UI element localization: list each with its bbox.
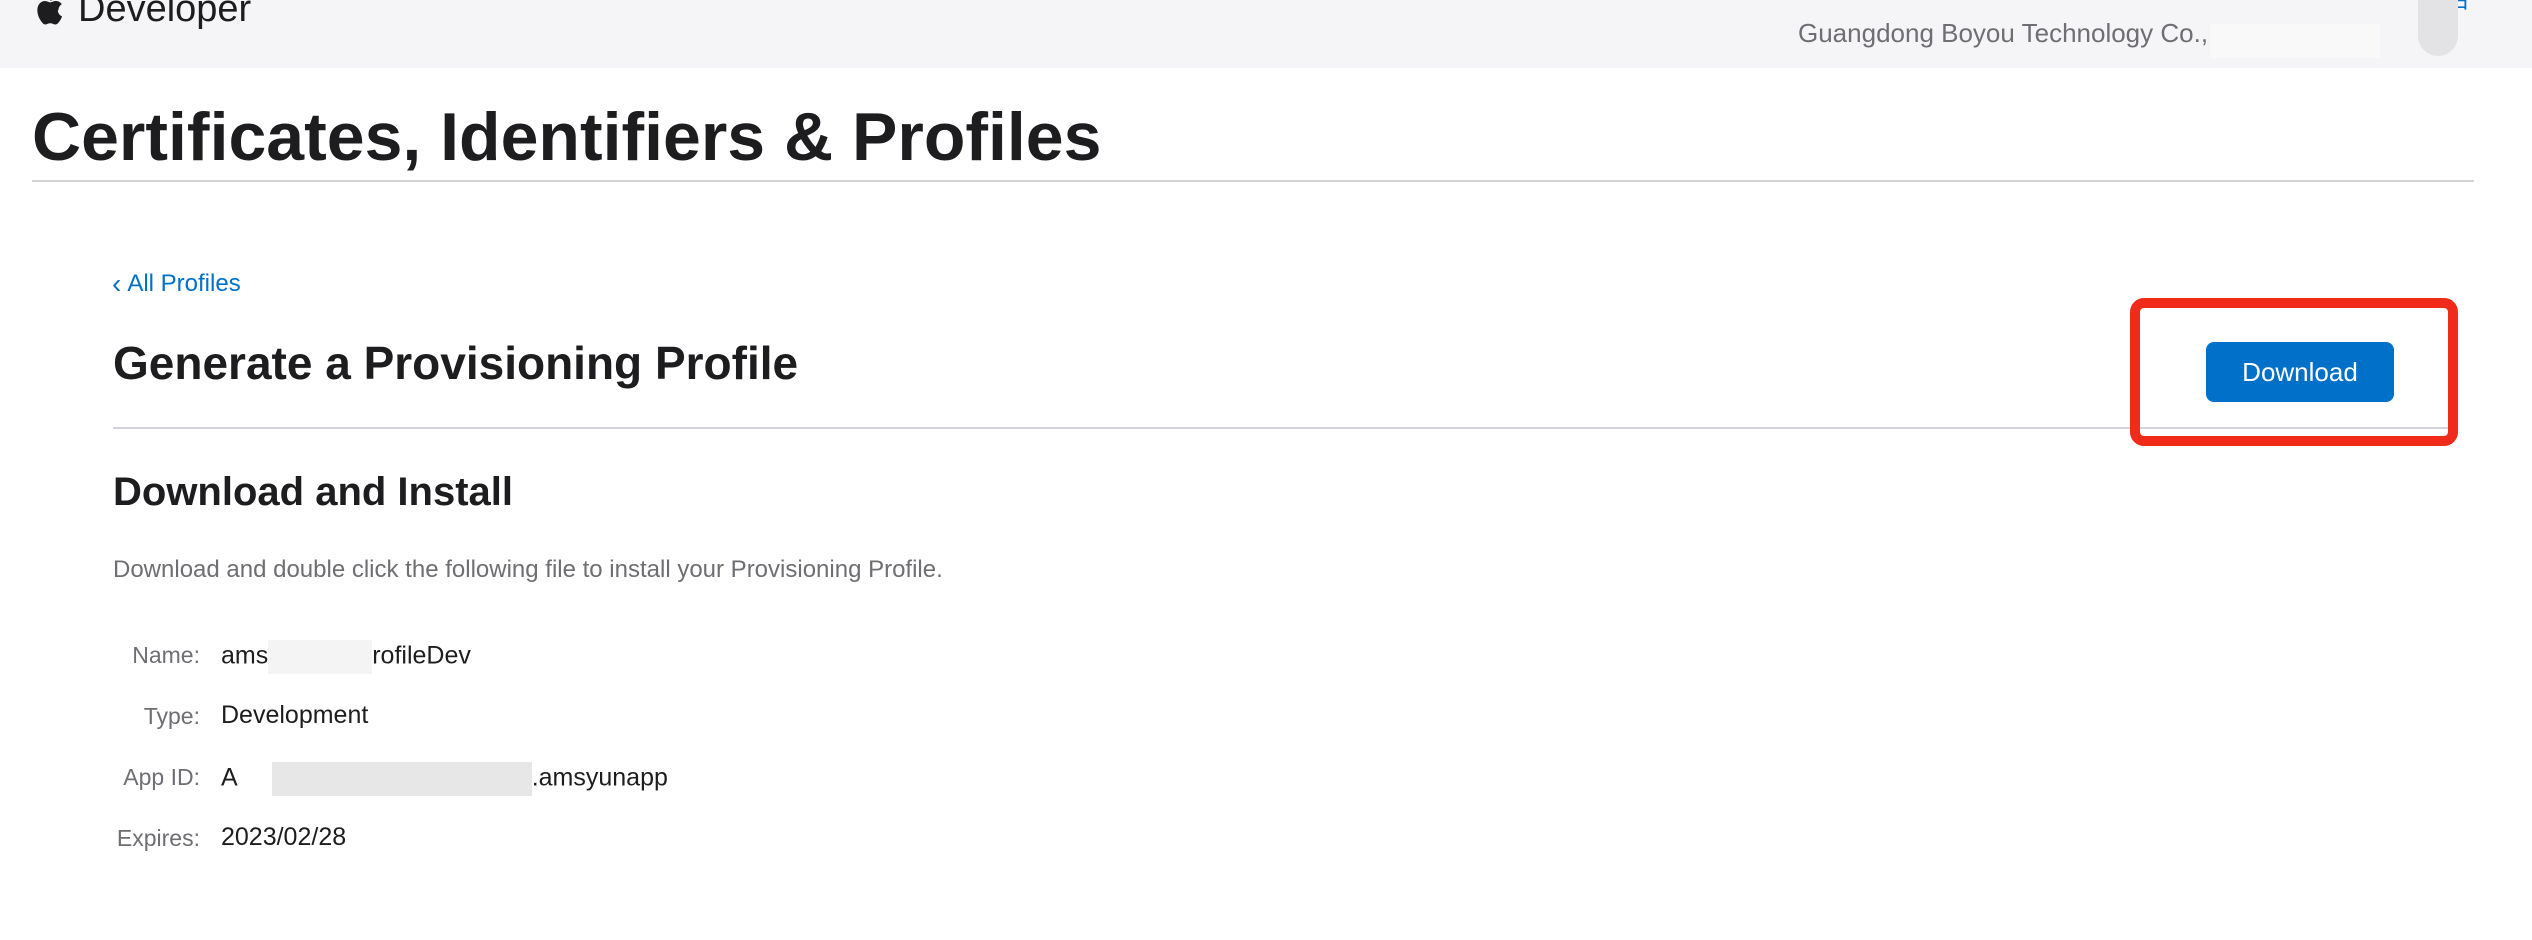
type-value: Development	[221, 701, 369, 729]
section-title: Generate a Provisioning Profile	[113, 337, 799, 389]
name-value: ams rofileDev	[221, 640, 471, 674]
page-title: Certificates, Identifiers & Profiles	[32, 99, 1102, 175]
appid-label: App ID:	[123, 764, 200, 790]
divider	[32, 180, 2474, 182]
redacted-area	[271, 762, 532, 796]
team-name[interactable]: Guangdong Boyou Technology Co.,	[1798, 18, 2208, 49]
instruction-text: Download and double click the following …	[113, 556, 943, 583]
apple-logo-icon	[37, 0, 62, 25]
brand-text: Developer	[78, 0, 252, 30]
redacted-area	[2210, 24, 2380, 58]
divider	[113, 427, 2453, 429]
redacted-area	[268, 640, 373, 674]
subsection-title: Download and Install	[113, 470, 514, 514]
avatar[interactable]	[2418, 0, 2458, 56]
expires-value: 2023/02/28	[221, 823, 347, 851]
name-label: Name:	[132, 642, 200, 668]
type-label: Type:	[143, 703, 200, 729]
back-link-all-profiles[interactable]: ‹ All Profiles	[112, 270, 241, 298]
appid-value: A .amsyunapp	[221, 762, 668, 796]
top-nav-bar: Developer 账户 Guangdong Boyou Technology …	[0, 0, 2532, 68]
expires-label: Expires:	[116, 825, 200, 851]
download-button[interactable]: Download	[2206, 342, 2394, 402]
back-link-label: All Profiles	[127, 270, 241, 297]
developer-brand[interactable]: Developer	[34, 0, 251, 28]
chevron-left-icon: ‹	[112, 268, 122, 299]
